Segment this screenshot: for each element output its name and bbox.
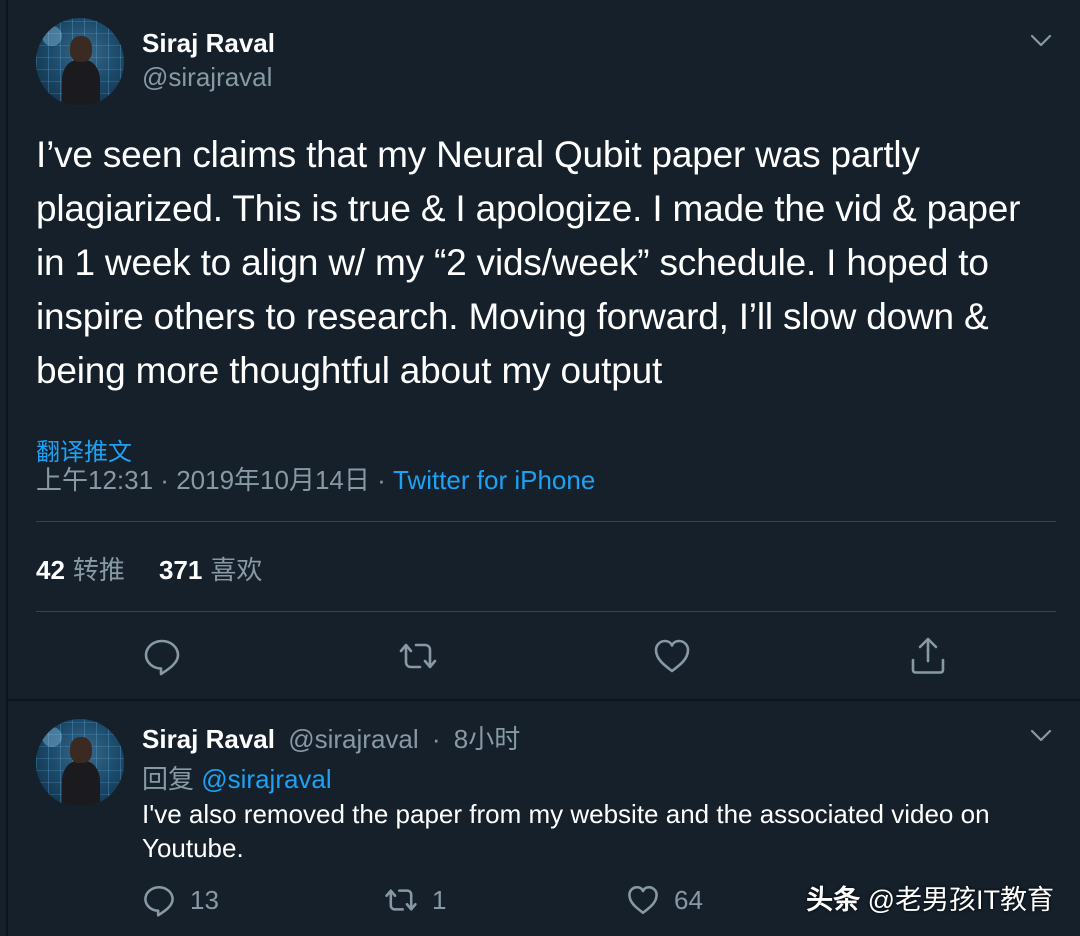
reply-like-button[interactable]: 64 — [626, 883, 703, 919]
reply-time[interactable]: 8小时 — [454, 724, 520, 754]
watermark: 头条 @老男孩IT教育 — [806, 878, 1054, 917]
retweet-icon[interactable] — [398, 636, 438, 676]
author-handle[interactable]: @sirajraval — [288, 724, 418, 754]
author-handle[interactable]: @sirajraval — [142, 62, 272, 93]
reply-text: I've also removed the paper from my webs… — [142, 799, 990, 863]
chevron-down-icon[interactable] — [1030, 34, 1052, 48]
author-display-name[interactable]: Siraj Raval — [142, 28, 275, 59]
retweet-icon — [385, 889, 417, 911]
replying-to: 回复 @sirajraval — [142, 759, 332, 796]
reply-count: 13 — [190, 884, 219, 915]
reply-retweet-button[interactable]: 1 — [384, 883, 446, 919]
likes-count: 371 — [158, 555, 203, 585]
watermark-account: @老男孩IT教育 — [867, 885, 1054, 915]
tweet-date[interactable]: 2019年10月14日 — [176, 465, 370, 495]
reply-icon[interactable] — [142, 636, 182, 676]
retweets-label: 转推 — [72, 555, 125, 585]
tweet-time[interactable]: 上午12:31 — [36, 465, 153, 495]
avatar-glow — [42, 26, 62, 46]
reply-reply-button[interactable]: 13 — [142, 883, 219, 919]
meta-separator: · — [369, 465, 393, 495]
watermark-brand: 头条 — [806, 885, 861, 915]
retweets-count: 42 — [36, 555, 65, 585]
retweet-count: 1 — [432, 884, 447, 915]
avatar-glow — [42, 727, 62, 747]
share-icon[interactable] — [908, 636, 948, 676]
avatar[interactable] — [36, 18, 124, 106]
like-icon — [628, 886, 658, 915]
reply-icon — [144, 886, 174, 917]
like-icon[interactable] — [652, 636, 692, 676]
avatar-figure-head — [70, 737, 92, 763]
avatar-figure-body — [62, 60, 100, 106]
avatar-figure-body — [62, 761, 100, 807]
divider — [36, 521, 1056, 522]
retweets-stat[interactable]: 42 转推 — [36, 555, 125, 585]
reply-header: Siraj Raval @sirajraval · 8小时 — [142, 719, 520, 756]
tweet-stats: 42 转推 371 喜欢 — [36, 550, 262, 587]
avatar-figure-head — [70, 36, 92, 62]
tweet-meta: 上午12:31 · 2019年10月14日 · Twitter for iPho… — [36, 460, 595, 497]
replying-mention-link[interactable]: @sirajraval — [201, 764, 331, 794]
meta-separator: · — [153, 465, 177, 495]
like-count: 64 — [674, 884, 703, 915]
likes-stat[interactable]: 371 喜欢 — [159, 555, 262, 585]
chevron-down-icon[interactable] — [1030, 729, 1052, 743]
author-display-name[interactable]: Siraj Raval — [142, 724, 275, 754]
replying-prefix: 回复 — [142, 764, 195, 794]
main-tweet: Siraj Raval @sirajraval I’ve seen claims… — [8, 0, 1080, 700]
tweet-source-link[interactable]: Twitter for iPhone — [393, 465, 595, 495]
tweet-action-bar — [8, 636, 1080, 680]
divider — [36, 611, 1056, 612]
likes-label: 喜欢 — [210, 555, 263, 585]
avatar[interactable] — [36, 719, 124, 807]
time-separator: · — [431, 724, 441, 754]
tweet-text: I’ve seen claims that my Neural Qubit pa… — [36, 134, 1021, 391]
